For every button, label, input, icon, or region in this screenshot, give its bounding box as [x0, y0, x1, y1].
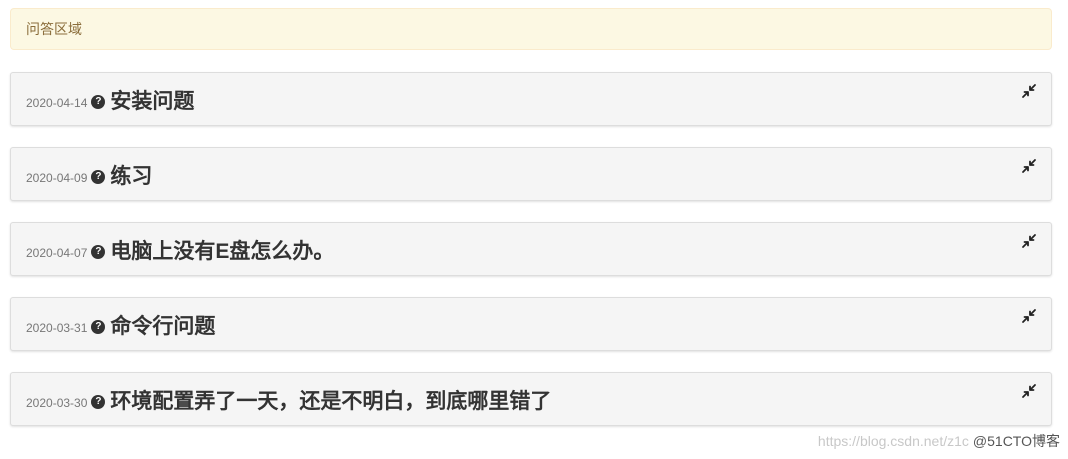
question-line: 2020-04-14 ? 安装问题	[26, 85, 194, 115]
question-circle-icon: ?	[91, 320, 106, 334]
question-line: 2020-03-30 ? 环境配置弄了一天，还是不明白，到底哪里错了	[26, 385, 551, 415]
question-line: 2020-03-31 ? 命令行问题	[26, 310, 215, 340]
compress-icon[interactable]	[1021, 383, 1037, 399]
watermark-brand: @51CTO博客	[972, 433, 1060, 449]
question-circle-icon: ?	[91, 245, 106, 259]
question-title[interactable]: 环境配置弄了一天，还是不明白，到底哪里错了	[110, 385, 551, 415]
watermark: https://blog.csdn.net/z1c @51CTO博客	[818, 431, 1060, 451]
question-date: 2020-04-14	[26, 96, 88, 110]
question-line: 2020-04-09 ? 练习	[26, 160, 152, 190]
compress-icon[interactable]	[1021, 233, 1037, 249]
watermark-url: https://blog.csdn.net/z1c	[817, 433, 969, 449]
section-title: 问答区域	[26, 21, 82, 37]
compress-icon[interactable]	[1021, 83, 1037, 99]
question-circle-icon: ?	[91, 170, 106, 184]
question-card[interactable]: 2020-04-07 ? 电脑上没有E盘怎么办。	[10, 222, 1052, 276]
question-date: 2020-03-31	[26, 321, 88, 335]
compress-icon[interactable]	[1021, 308, 1037, 324]
question-card[interactable]: 2020-04-14 ? 安装问题	[10, 72, 1052, 126]
section-header: 问答区域	[10, 8, 1052, 50]
question-date: 2020-03-30	[26, 396, 88, 410]
question-circle-icon: ?	[91, 395, 106, 409]
question-date: 2020-04-07	[26, 246, 88, 260]
question-line: 2020-04-07 ? 电脑上没有E盘怎么办。	[26, 235, 334, 265]
compress-icon[interactable]	[1021, 158, 1037, 174]
question-title[interactable]: 练习	[110, 160, 152, 190]
question-card[interactable]: 2020-03-30 ? 环境配置弄了一天，还是不明白，到底哪里错了	[10, 372, 1052, 426]
question-date: 2020-04-09	[26, 171, 88, 185]
question-card[interactable]: 2020-04-09 ? 练习	[10, 147, 1052, 201]
question-title[interactable]: 电脑上没有E盘怎么办。	[110, 235, 334, 265]
question-circle-icon: ?	[91, 95, 106, 109]
question-list: 2020-04-14 ? 安装问题 2020-04-09 ? 练习 2020-0…	[10, 72, 1054, 447]
question-title[interactable]: 安装问题	[110, 85, 194, 115]
question-card[interactable]: 2020-03-31 ? 命令行问题	[10, 297, 1052, 351]
question-title[interactable]: 命令行问题	[110, 310, 215, 340]
